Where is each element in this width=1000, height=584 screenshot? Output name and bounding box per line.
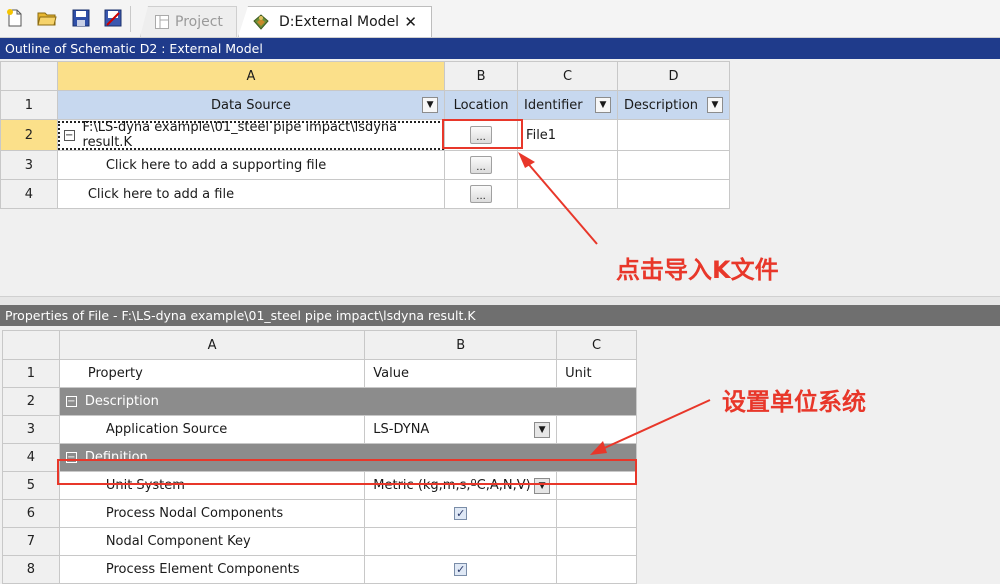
property-cell: Nodal Component Key bbox=[58, 527, 366, 556]
schematic-icon bbox=[155, 15, 169, 29]
description-cell bbox=[617, 150, 730, 180]
close-icon[interactable]: ✕ bbox=[404, 13, 417, 31]
data-source-value: F:\LS-dyna example\01_steel pipe impact\… bbox=[82, 120, 398, 150]
column-header-c[interactable]: C bbox=[517, 61, 618, 91]
process-element-components-checkbox[interactable]: ✓ bbox=[454, 563, 468, 576]
browse-button[interactable]: ... bbox=[470, 156, 493, 174]
tab-label: Project bbox=[175, 14, 223, 30]
open-folder-icon[interactable] bbox=[37, 8, 57, 28]
process-nodal-components-checkbox[interactable]: ✓ bbox=[454, 507, 468, 520]
process-nodal-components-cell: ✓ bbox=[364, 499, 558, 528]
data-source-header-label: Data Source bbox=[211, 97, 291, 113]
column-header-c[interactable]: C bbox=[556, 330, 637, 360]
location-header[interactable]: Location bbox=[444, 90, 519, 120]
browse-button[interactable]: ... bbox=[470, 185, 493, 203]
annotation-import-k-file: 点击导入K文件 bbox=[616, 256, 779, 284]
collapse-icon[interactable]: − bbox=[65, 396, 77, 407]
chevron-down-icon[interactable]: ▼ bbox=[422, 97, 439, 113]
data-source-header[interactable]: Data Source ▼ bbox=[56, 90, 446, 120]
unit-cell bbox=[556, 527, 637, 556]
outline-panel-title: Outline of Schematic D2 : External Model bbox=[0, 38, 1000, 59]
new-file-icon[interactable] bbox=[5, 8, 25, 28]
unit-cell bbox=[556, 499, 637, 528]
data-source-cell[interactable]: − F:\LS-dyna example\01_steel pipe impact… bbox=[56, 119, 446, 151]
tab-external-model[interactable]: D:External Model ✕ bbox=[238, 6, 432, 37]
row-number: 4 bbox=[0, 179, 58, 209]
outline-table: A B C D 1 Data Source ▼ Location Identif… bbox=[0, 61, 730, 209]
description-header-label: Description bbox=[624, 97, 699, 113]
collapse-icon[interactable]: − bbox=[63, 129, 75, 141]
chevron-down-icon[interactable]: ▼ bbox=[595, 97, 611, 113]
row-number: 7 bbox=[2, 527, 60, 556]
property-label: Process Nodal Components bbox=[105, 506, 284, 521]
property-label: Process Element Components bbox=[105, 562, 300, 577]
row-number: 4 bbox=[2, 443, 60, 472]
property-header: Property bbox=[58, 359, 366, 388]
location-header-label: Location bbox=[453, 97, 509, 113]
column-header-a[interactable]: A bbox=[56, 61, 446, 91]
row-number: 1 bbox=[0, 90, 58, 120]
row-number: 3 bbox=[0, 150, 58, 180]
property-label: Application Source bbox=[105, 422, 228, 437]
row-number: 5 bbox=[2, 471, 60, 500]
group-label: Description bbox=[84, 394, 159, 409]
add-supporting-file-link[interactable]: Click here to add a supporting file bbox=[106, 158, 326, 173]
row-number: 1 bbox=[2, 359, 60, 388]
add-file-cell[interactable]: Click here to add a file bbox=[56, 179, 446, 209]
add-supporting-file-cell[interactable]: Click here to add a supporting file bbox=[56, 150, 446, 180]
property-header-label: Property bbox=[87, 366, 143, 381]
nodal-component-key-value bbox=[365, 528, 556, 555]
add-file-link[interactable]: Click here to add a file bbox=[88, 187, 234, 202]
column-header-b[interactable]: B bbox=[364, 330, 558, 360]
description-cell[interactable] bbox=[617, 119, 730, 151]
properties-table: A B C 1 Property Value Unit 2 − Descripti… bbox=[2, 330, 638, 584]
tab-label: D:External Model bbox=[279, 14, 400, 30]
property-cell: Application Source bbox=[58, 415, 366, 444]
row-number: 2 bbox=[0, 119, 58, 151]
identifier-header-label: Identifier bbox=[524, 97, 583, 113]
identifier-header[interactable]: Identifier ▼ bbox=[517, 90, 618, 120]
chevron-down-icon[interactable]: ▼ bbox=[707, 97, 723, 113]
corner-cell bbox=[0, 61, 58, 91]
unit-system-highlight-box bbox=[57, 459, 637, 485]
import-icon[interactable] bbox=[103, 8, 123, 28]
row-number: 6 bbox=[2, 499, 60, 528]
nodal-component-key-input[interactable] bbox=[364, 527, 558, 556]
column-header-a[interactable]: A bbox=[58, 330, 366, 360]
description-header[interactable]: Description ▼ bbox=[617, 90, 730, 120]
corner-cell bbox=[2, 330, 60, 360]
description-cell bbox=[617, 179, 730, 209]
properties-panel-title: Properties of File - F:\LS-dyna example\… bbox=[0, 305, 1000, 326]
toolbar: Project D:External Model ✕ bbox=[0, 0, 1000, 38]
annotation-arrow bbox=[590, 399, 711, 455]
application-source-select[interactable]: LS-DYNA ▼ bbox=[364, 415, 558, 444]
unit-header: Unit bbox=[556, 359, 637, 388]
row-number: 3 bbox=[2, 415, 60, 444]
property-label: Nodal Component Key bbox=[105, 534, 251, 549]
external-model-icon bbox=[251, 12, 271, 32]
value-header-label: Value bbox=[373, 366, 409, 381]
toolbar-divider bbox=[130, 6, 131, 32]
value-header: Value bbox=[364, 359, 558, 388]
column-header-b[interactable]: B bbox=[444, 61, 519, 91]
tab-project[interactable]: Project bbox=[140, 6, 237, 37]
column-header-d[interactable]: D bbox=[617, 61, 730, 91]
application-source-value: LS-DYNA bbox=[373, 422, 430, 437]
group-description[interactable]: − Description bbox=[58, 387, 638, 416]
chevron-down-icon[interactable]: ▼ bbox=[534, 421, 551, 438]
row-number: 2 bbox=[2, 387, 60, 416]
unit-header-label: Unit bbox=[565, 366, 592, 381]
annotation-arrow bbox=[518, 152, 598, 245]
annotation-set-unit-system: 设置单位系统 bbox=[722, 388, 866, 416]
save-icon[interactable] bbox=[71, 8, 91, 28]
property-cell: Process Nodal Components bbox=[58, 499, 366, 528]
